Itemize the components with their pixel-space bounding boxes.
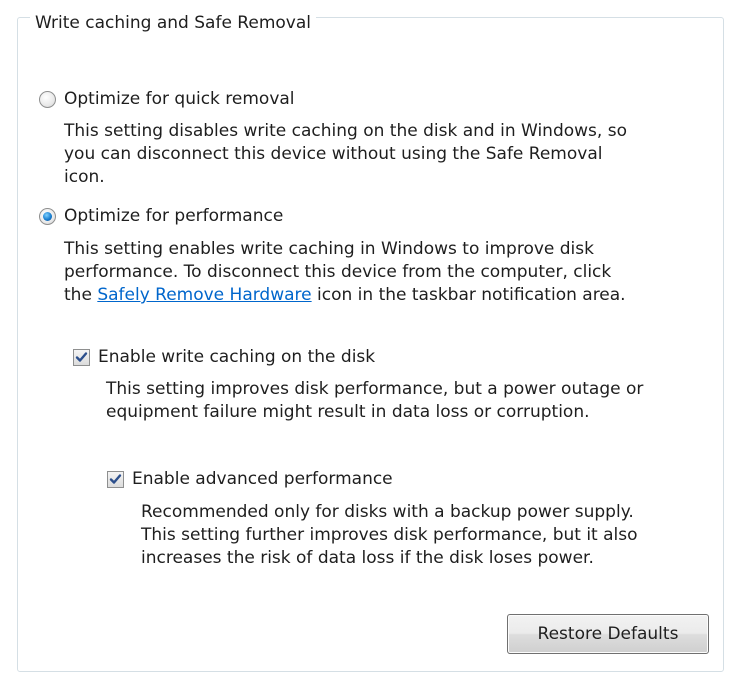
quick-removal-label[interactable]: Optimize for quick removal [64, 88, 295, 110]
advanced-performance-desc-line: Recommended only for disks with a backup… [141, 502, 634, 522]
group-title: Write caching and Safe Removal [30, 12, 316, 34]
write-caching-option[interactable]: Enable write caching on the disk [73, 346, 375, 368]
write-caching-desc-line: equipment failure might result in data l… [106, 402, 590, 422]
advanced-performance-desc-line: This setting further improves disk perfo… [141, 525, 638, 545]
write-caching-desc-line: This setting improves disk performance, … [106, 379, 644, 399]
check-mark-icon [75, 351, 88, 362]
performance-desc-line: This setting enables write caching in Wi… [64, 239, 594, 259]
safely-remove-hardware-link[interactable]: Safely Remove Hardware [97, 285, 311, 305]
advanced-performance-checkbox[interactable] [107, 470, 124, 488]
advanced-performance-description: Recommended only for disks with a backup… [141, 501, 638, 570]
write-caching-label[interactable]: Enable write caching on the disk [98, 346, 375, 368]
performance-desc-suffix: icon in the taskbar notification area. [311, 285, 626, 305]
performance-desc-prefix: the [64, 285, 98, 305]
advanced-performance-desc-line: increases the risk of data loss if the d… [141, 548, 594, 568]
check-mark-icon [109, 473, 122, 484]
performance-label[interactable]: Optimize for performance [64, 205, 283, 227]
performance-desc-line: performance. To disconnect this device f… [64, 262, 612, 282]
write-caching-description: This setting improves disk performance, … [106, 378, 643, 424]
performance-option[interactable]: Optimize for performance [39, 205, 283, 227]
group-box [17, 17, 724, 672]
write-caching-panel: Write caching and Safe Removal Optimize … [0, 0, 734, 680]
performance-desc-line-3: the Safely Remove Hardware icon in the t… [64, 284, 626, 307]
quick-removal-radio[interactable] [39, 90, 56, 108]
performance-radio[interactable] [39, 207, 56, 225]
quick-removal-desc-line: icon. [64, 167, 105, 187]
performance-description: This setting enables write caching in Wi… [64, 238, 626, 307]
advanced-performance-label[interactable]: Enable advanced performance [132, 468, 393, 490]
advanced-performance-option[interactable]: Enable advanced performance [107, 468, 393, 490]
quick-removal-desc-line: This setting disables write caching on t… [64, 121, 627, 141]
write-caching-checkbox[interactable] [73, 348, 90, 366]
quick-removal-desc-line: you can disconnect this device without u… [64, 144, 603, 164]
restore-defaults-button[interactable]: Restore Defaults [507, 614, 709, 654]
quick-removal-description: This setting disables write caching on t… [64, 120, 627, 189]
quick-removal-option[interactable]: Optimize for quick removal [39, 88, 295, 110]
